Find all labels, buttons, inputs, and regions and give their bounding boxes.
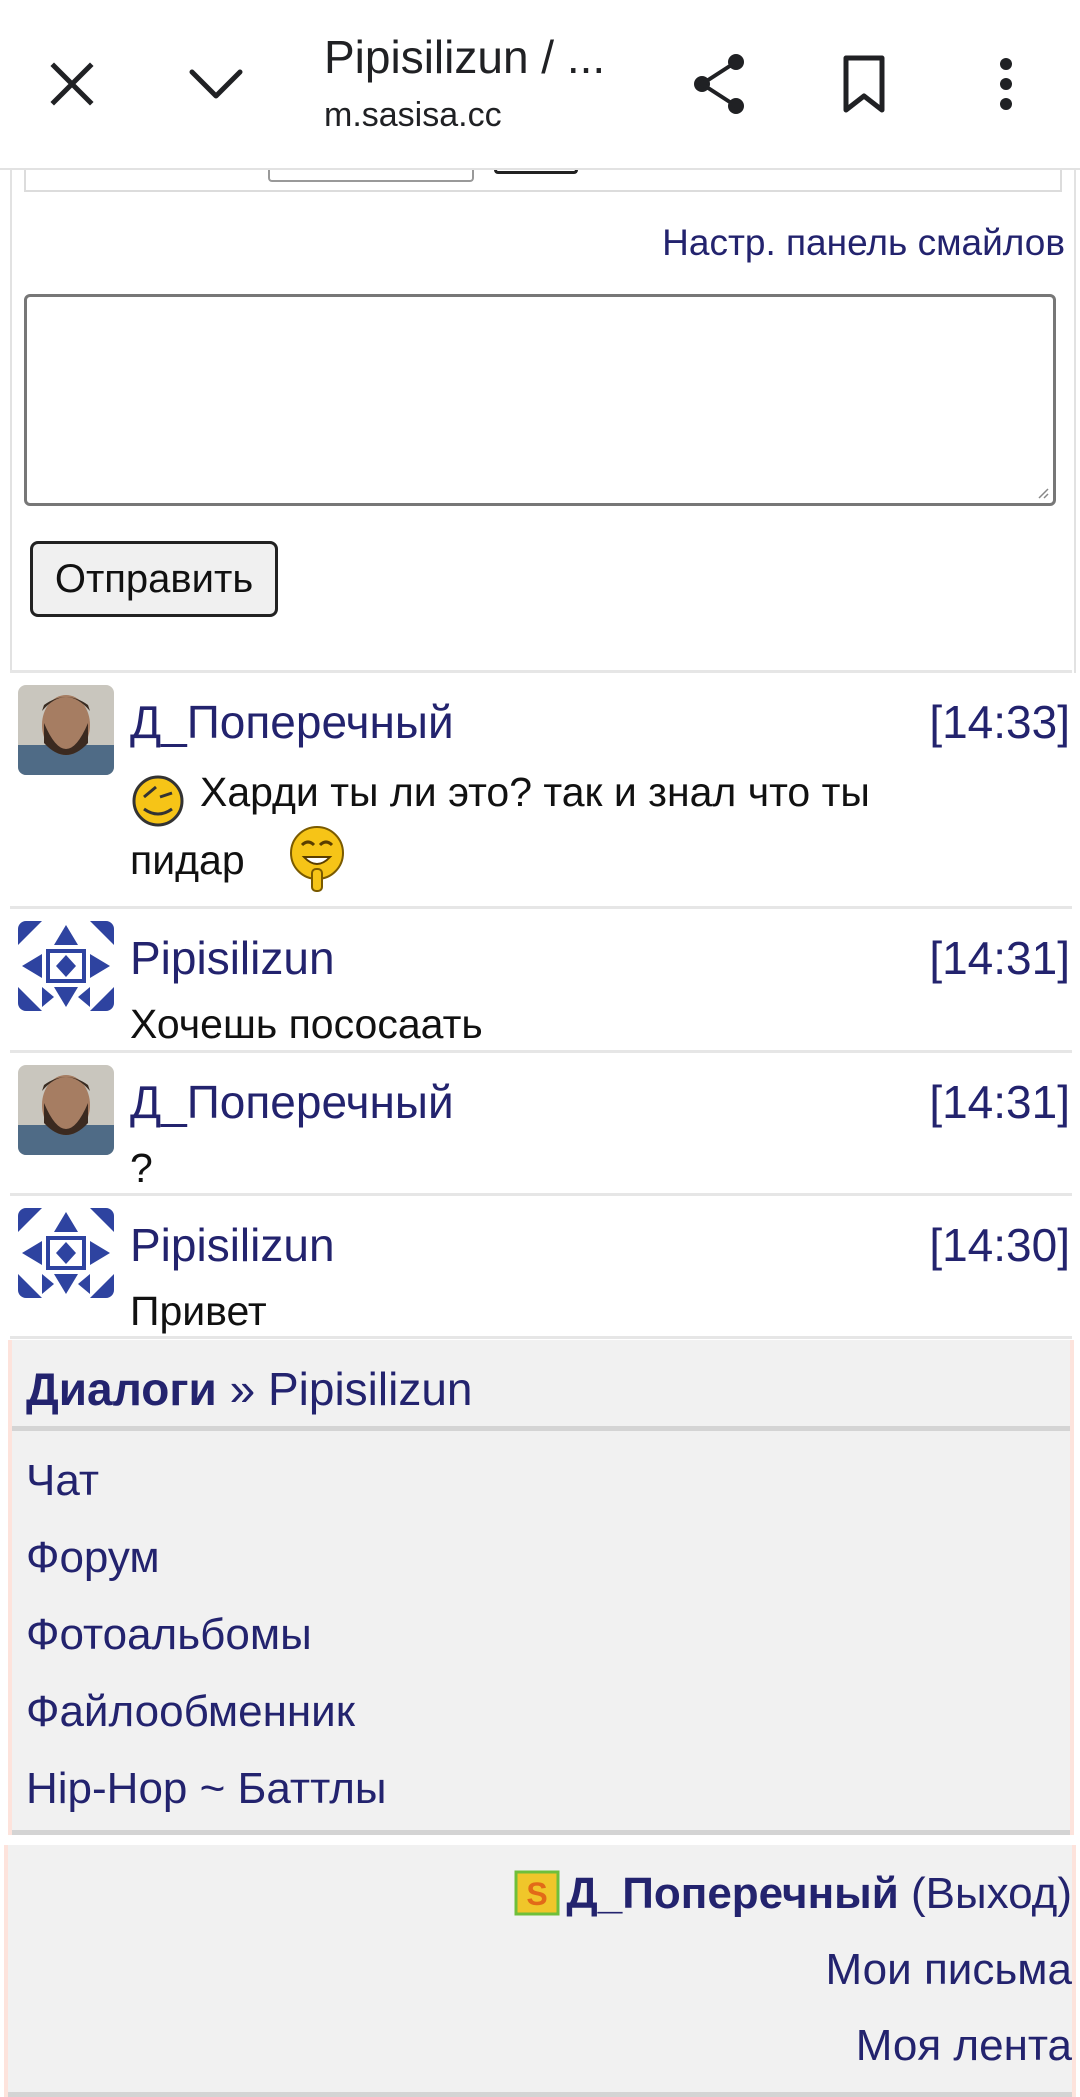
nav-item-chat[interactable]: Чат — [26, 1456, 99, 1506]
my-messages-link[interactable]: Мои письма — [826, 1945, 1072, 1995]
logout-link[interactable]: (Выход) — [911, 1869, 1072, 1918]
share-icon — [694, 54, 744, 114]
nav-item-hiphop-battles[interactable]: Hip-Hop ~ Баттлы — [26, 1764, 387, 1814]
avatar[interactable] — [18, 685, 114, 775]
resize-handle-icon[interactable] — [1037, 487, 1049, 499]
wink-smiley-icon — [132, 775, 184, 827]
share-button[interactable] — [680, 44, 760, 124]
message-author[interactable]: Д_Поперечный — [130, 1075, 454, 1129]
message-time: [14:31] — [929, 1076, 1070, 1128]
user-line: S Д_Поперечный (Выход) — [514, 1869, 1072, 1919]
breadcrumb-separator: » — [229, 1363, 256, 1415]
message-text: Привет — [130, 1288, 267, 1334]
avatar[interactable] — [18, 921, 114, 1011]
chevron-down-icon — [189, 69, 243, 99]
message-author[interactable]: Pipisilizun — [130, 931, 335, 985]
divider — [12, 1426, 1070, 1431]
page-content: Настр. панель смайлов Отправить Д_Попере… — [0, 0, 1080, 2097]
message-item: Pipisilizun [14:30] Привет — [10, 1193, 1072, 1339]
user-section: S Д_Поперечный (Выход) Мои письма Моя ле… — [4, 1845, 1076, 2097]
avatar[interactable] — [18, 1065, 114, 1155]
minimize-button[interactable] — [176, 44, 256, 124]
close-button[interactable] — [32, 44, 112, 124]
bookmark-button[interactable] — [824, 44, 904, 124]
avatar[interactable] — [18, 1208, 114, 1298]
more-vert-icon — [1000, 58, 1012, 110]
page-title: Pipisilizun / ... — [324, 31, 606, 83]
browser-toolbar: Pipisilizun / ... m.sasisa.cc — [0, 0, 1080, 170]
message-item: Pipisilizun [14:31] Хочешь пососаать — [10, 906, 1072, 1050]
navigation-section: Диалоги » Pipisilizun Чат Форум Фотоальб… — [8, 1340, 1074, 1835]
laughing-smiley-icon — [290, 826, 344, 892]
message-author[interactable]: Pipisilizun — [130, 1218, 335, 1272]
message-item: Д_Поперечный [14:33] Харди ты ли это? та… — [10, 670, 1072, 906]
send-button[interactable]: Отправить — [30, 541, 278, 617]
close-icon — [50, 62, 94, 106]
message-textarea[interactable] — [24, 294, 1056, 506]
bookmark-icon — [843, 55, 885, 113]
message-time: [14:33] — [929, 696, 1070, 748]
message-item: Д_Поперечный [14:31] ? — [10, 1050, 1072, 1193]
nav-item-forum[interactable]: Форум — [26, 1533, 160, 1583]
message-text: ? — [130, 1145, 153, 1191]
breadcrumb-dialogs-link[interactable]: Диалоги — [26, 1363, 217, 1415]
svg-text:S: S — [527, 1876, 548, 1912]
message-time: [14:30] — [929, 1219, 1070, 1271]
divider — [12, 1830, 1070, 1835]
current-user-link[interactable]: Д_Поперечный — [566, 1869, 898, 1918]
message-text: Хочешь пососаать — [130, 1001, 483, 1047]
divider — [8, 2092, 1072, 2097]
message-time: [14:31] — [929, 932, 1070, 984]
smiles-panel-settings-link[interactable]: Настр. панель смайлов — [662, 222, 1065, 264]
nav-item-file-sharing[interactable]: Файлообменник — [26, 1687, 355, 1737]
page-url: m.sasisa.cc — [324, 96, 502, 134]
breadcrumb-current: Pipisilizun — [267, 1363, 473, 1415]
my-feed-link[interactable]: Моя лента — [856, 2021, 1072, 2071]
status-s-icon: S — [514, 1870, 560, 1916]
more-options-button[interactable] — [966, 44, 1046, 124]
message-text: Харди ты ли это? так и знал что ты — [200, 769, 870, 815]
breadcrumb: Диалоги » Pipisilizun — [26, 1362, 472, 1416]
message-text-continued: пидар — [130, 837, 245, 883]
nav-item-photo-albums[interactable]: Фотоальбомы — [26, 1610, 312, 1660]
message-author[interactable]: Д_Поперечный — [130, 695, 454, 749]
